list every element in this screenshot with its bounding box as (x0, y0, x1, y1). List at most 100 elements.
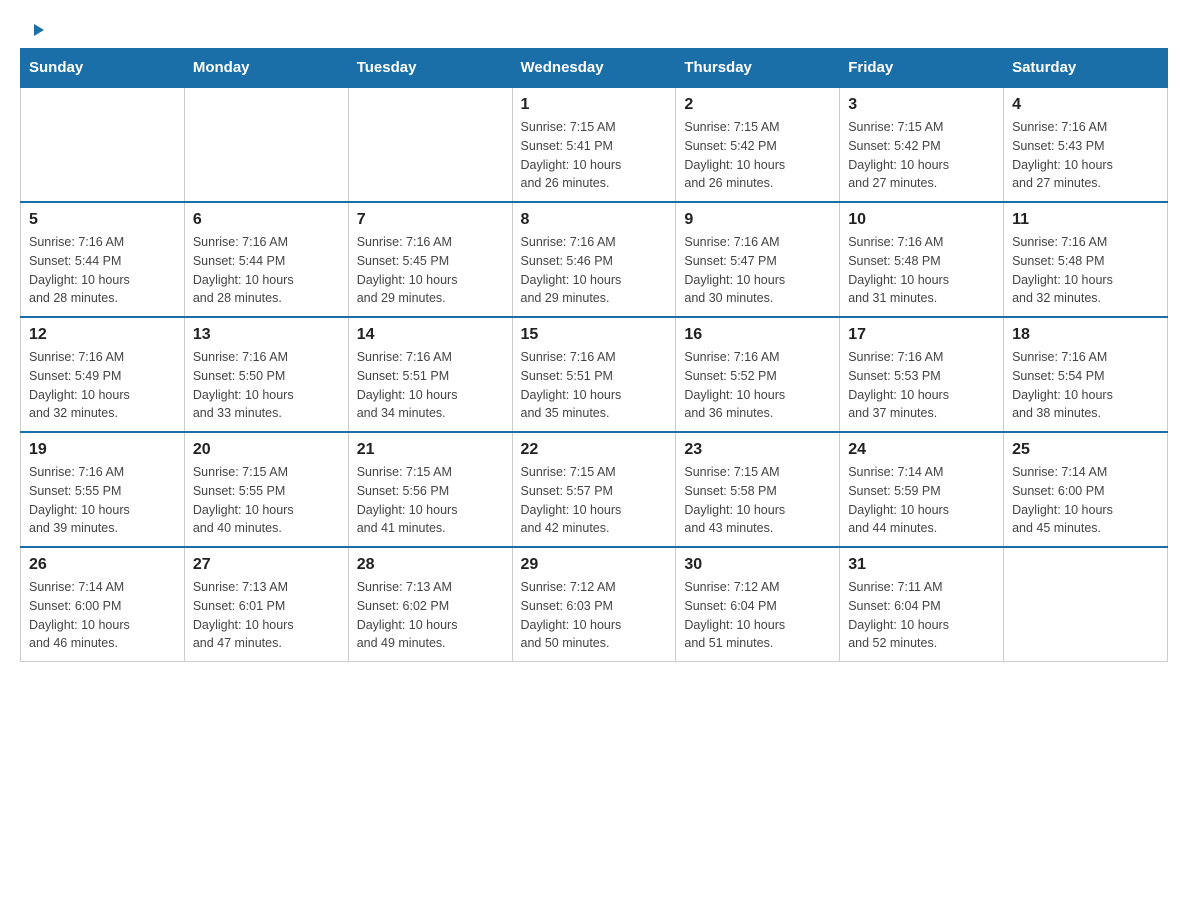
day-number: 24 (848, 441, 995, 459)
day-info: Sunrise: 7:16 AMSunset: 5:55 PMDaylight:… (29, 463, 176, 538)
day-info: Sunrise: 7:13 AMSunset: 6:02 PMDaylight:… (357, 578, 504, 653)
day-number: 2 (684, 96, 831, 114)
day-number: 28 (357, 556, 504, 574)
day-number: 6 (193, 211, 340, 229)
day-number: 1 (521, 96, 668, 114)
calendar-cell: 28 Sunrise: 7:13 AMSunset: 6:02 PMDayligh… (348, 547, 512, 662)
calendar-cell: 29Sunrise: 7:12 AMSunset: 6:03 PMDayligh… (512, 547, 676, 662)
day-number: 10 (848, 211, 995, 229)
calendar-cell: 24 Sunrise: 7:14 AMSunset: 5:59 PMDayligh… (840, 432, 1004, 547)
week-row-5: 26Sunrise: 7:14 AMSunset: 6:00 PMDayligh… (21, 547, 1168, 662)
calendar-cell: 4Sunrise: 7:16 AMSunset: 5:43 PMDaylight… (1004, 87, 1168, 202)
calendar-cell: 5 Sunrise: 7:16 AMSunset: 5:44 PMDaylight… (21, 202, 185, 317)
calendar-cell: 31 Sunrise: 7:11 AMSunset: 6:04 PMDayligh… (840, 547, 1004, 662)
day-number: 11 (1012, 211, 1159, 229)
day-info: Sunrise: 7:16 AMSunset: 5:46 PMDaylight:… (521, 233, 668, 308)
day-number: 5 (29, 211, 176, 229)
day-number: 9 (684, 211, 831, 229)
day-number: 31 (848, 556, 995, 574)
calendar-cell: 26Sunrise: 7:14 AMSunset: 6:00 PMDayligh… (21, 547, 185, 662)
day-info: Sunrise: 7:16 AMSunset: 5:47 PMDaylight:… (684, 233, 831, 308)
day-info: Sunrise: 7:15 AMSunset: 5:42 PMDaylight:… (848, 118, 995, 193)
day-number: 20 (193, 441, 340, 459)
day-info: Sunrise: 7:16 AMSunset: 5:51 PMDaylight:… (357, 348, 504, 423)
calendar-cell: 12 Sunrise: 7:16 AMSunset: 5:49 PMDayligh… (21, 317, 185, 432)
day-number: 19 (29, 441, 176, 459)
calendar-cell: 10 Sunrise: 7:16 AMSunset: 5:48 PMDayligh… (840, 202, 1004, 317)
day-info: Sunrise: 7:14 AMSunset: 6:00 PMDaylight:… (29, 578, 176, 653)
calendar-cell: 22 Sunrise: 7:15 AMSunset: 5:57 PMDayligh… (512, 432, 676, 547)
logo-flag-icon (22, 22, 46, 46)
day-number: 12 (29, 326, 176, 344)
calendar-cell: 14 Sunrise: 7:16 AMSunset: 5:51 PMDayligh… (348, 317, 512, 432)
day-number: 18 (1012, 326, 1159, 344)
column-header-tuesday: Tuesday (348, 49, 512, 88)
calendar-cell: 13 Sunrise: 7:16 AMSunset: 5:50 PMDayligh… (184, 317, 348, 432)
page-header (20, 20, 1168, 38)
day-info: Sunrise: 7:16 AMSunset: 5:45 PMDaylight:… (357, 233, 504, 308)
calendar-cell: 23Sunrise: 7:15 AMSunset: 5:58 PMDayligh… (676, 432, 840, 547)
calendar-cell: 21Sunrise: 7:15 AMSunset: 5:56 PMDayligh… (348, 432, 512, 547)
calendar-cell: 3 Sunrise: 7:15 AMSunset: 5:42 PMDaylight… (840, 87, 1004, 202)
calendar-cell: 8 Sunrise: 7:16 AMSunset: 5:46 PMDaylight… (512, 202, 676, 317)
calendar-cell: 2 Sunrise: 7:15 AMSunset: 5:42 PMDaylight… (676, 87, 840, 202)
day-info: Sunrise: 7:15 AMSunset: 5:58 PMDaylight:… (684, 463, 831, 538)
day-number: 17 (848, 326, 995, 344)
calendar-cell: 6 Sunrise: 7:16 AMSunset: 5:44 PMDaylight… (184, 202, 348, 317)
day-number: 16 (684, 326, 831, 344)
week-row-4: 19 Sunrise: 7:16 AMSunset: 5:55 PMDayligh… (21, 432, 1168, 547)
day-number: 25 (1012, 441, 1159, 459)
week-row-3: 12 Sunrise: 7:16 AMSunset: 5:49 PMDayligh… (21, 317, 1168, 432)
day-number: 7 (357, 211, 504, 229)
day-info: Sunrise: 7:12 AMSunset: 6:04 PMDaylight:… (684, 578, 831, 653)
calendar-cell: 16Sunrise: 7:16 AMSunset: 5:52 PMDayligh… (676, 317, 840, 432)
calendar-cell: 7 Sunrise: 7:16 AMSunset: 5:45 PMDaylight… (348, 202, 512, 317)
day-number: 14 (357, 326, 504, 344)
calendar-cell (348, 87, 512, 202)
day-number: 15 (521, 326, 668, 344)
calendar-header-row: SundayMondayTuesdayWednesdayThursdayFrid… (21, 49, 1168, 88)
calendar-cell: 17Sunrise: 7:16 AMSunset: 5:53 PMDayligh… (840, 317, 1004, 432)
calendar-table: SundayMondayTuesdayWednesdayThursdayFrid… (20, 48, 1168, 662)
day-info: Sunrise: 7:16 AMSunset: 5:50 PMDaylight:… (193, 348, 340, 423)
calendar-cell (21, 87, 185, 202)
day-number: 30 (684, 556, 831, 574)
day-number: 27 (193, 556, 340, 574)
calendar-cell: 11 Sunrise: 7:16 AMSunset: 5:48 PMDayligh… (1004, 202, 1168, 317)
calendar-cell: 25 Sunrise: 7:14 AMSunset: 6:00 PMDayligh… (1004, 432, 1168, 547)
calendar-cell: 1 Sunrise: 7:15 AMSunset: 5:41 PMDaylight… (512, 87, 676, 202)
column-header-thursday: Thursday (676, 49, 840, 88)
day-info: Sunrise: 7:16 AMSunset: 5:44 PMDaylight:… (193, 233, 340, 308)
day-info: Sunrise: 7:15 AMSunset: 5:55 PMDaylight:… (193, 463, 340, 538)
calendar-cell: 19 Sunrise: 7:16 AMSunset: 5:55 PMDayligh… (21, 432, 185, 547)
logo (20, 20, 46, 38)
day-info: Sunrise: 7:16 AMSunset: 5:49 PMDaylight:… (29, 348, 176, 423)
day-number: 22 (521, 441, 668, 459)
day-info: Sunrise: 7:16 AMSunset: 5:51 PMDaylight:… (521, 348, 668, 423)
calendar-cell: 20 Sunrise: 7:15 AMSunset: 5:55 PMDayligh… (184, 432, 348, 547)
calendar-cell (184, 87, 348, 202)
day-info: Sunrise: 7:13 AMSunset: 6:01 PMDaylight:… (193, 578, 340, 653)
day-info: Sunrise: 7:15 AMSunset: 5:57 PMDaylight:… (521, 463, 668, 538)
calendar-cell: 18Sunrise: 7:16 AMSunset: 5:54 PMDayligh… (1004, 317, 1168, 432)
day-info: Sunrise: 7:14 AMSunset: 6:00 PMDaylight:… (1012, 463, 1159, 538)
day-info: Sunrise: 7:15 AMSunset: 5:41 PMDaylight:… (521, 118, 668, 193)
day-info: Sunrise: 7:16 AMSunset: 5:48 PMDaylight:… (848, 233, 995, 308)
day-info: Sunrise: 7:15 AMSunset: 5:42 PMDaylight:… (684, 118, 831, 193)
day-info: Sunrise: 7:11 AMSunset: 6:04 PMDaylight:… (848, 578, 995, 653)
day-info: Sunrise: 7:15 AMSunset: 5:56 PMDaylight:… (357, 463, 504, 538)
column-header-monday: Monday (184, 49, 348, 88)
day-number: 13 (193, 326, 340, 344)
day-info: Sunrise: 7:16 AMSunset: 5:48 PMDaylight:… (1012, 233, 1159, 308)
day-number: 8 (521, 211, 668, 229)
calendar-cell: 15 Sunrise: 7:16 AMSunset: 5:51 PMDayligh… (512, 317, 676, 432)
week-row-1: 1 Sunrise: 7:15 AMSunset: 5:41 PMDaylight… (21, 87, 1168, 202)
day-info: Sunrise: 7:16 AMSunset: 5:44 PMDaylight:… (29, 233, 176, 308)
day-number: 3 (848, 96, 995, 114)
day-info: Sunrise: 7:14 AMSunset: 5:59 PMDaylight:… (848, 463, 995, 538)
column-header-wednesday: Wednesday (512, 49, 676, 88)
calendar-cell (1004, 547, 1168, 662)
day-number: 29 (521, 556, 668, 574)
day-info: Sunrise: 7:16 AMSunset: 5:43 PMDaylight:… (1012, 118, 1159, 193)
calendar-cell: 27 Sunrise: 7:13 AMSunset: 6:01 PMDayligh… (184, 547, 348, 662)
